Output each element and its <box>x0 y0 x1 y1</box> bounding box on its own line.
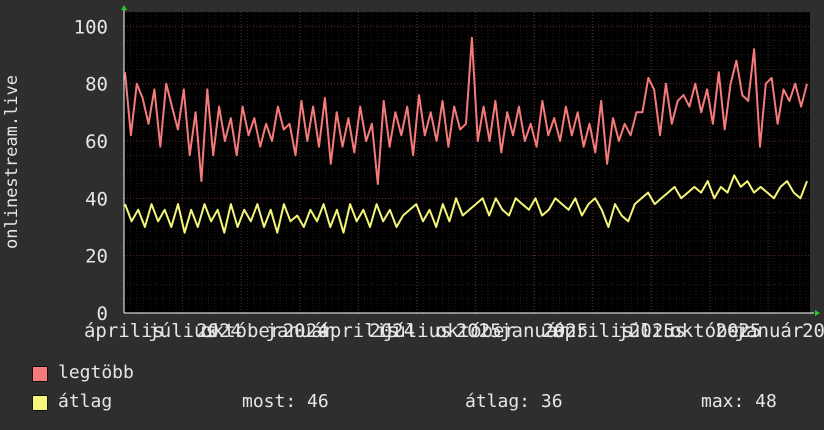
stat-maximum: max: 48 <box>701 391 777 412</box>
legend-item-avg: átlag most: 46 átlag: 36 max: 48 <box>32 391 792 413</box>
y-tick-label: 80 <box>85 74 108 96</box>
y-tick-label: 20 <box>85 246 108 268</box>
plot-area <box>124 12 810 313</box>
x-year-label: 2024 <box>283 320 329 342</box>
y-tick-label: 100 <box>74 16 108 38</box>
legend-label-max: legtöbb <box>58 362 134 383</box>
x-year-label: 2024 <box>369 320 415 342</box>
x-year-label: 2025 <box>456 320 502 342</box>
x-year-label: 2025 <box>542 320 588 342</box>
chart: 020406080100áprilisjúliusoktóberjanuáráp… <box>74 5 824 342</box>
x-year-label: 2026 <box>802 320 824 342</box>
y-axis-label: onlinestream.live <box>2 75 22 249</box>
x-axis-arrow <box>815 310 820 316</box>
legend-item-max: legtöbb <box>32 362 792 384</box>
legend-swatch-max <box>32 366 48 382</box>
legend-swatch-avg <box>32 395 48 411</box>
legend-label-avg: átlag <box>58 391 113 412</box>
y-axis-arrow <box>121 5 127 10</box>
y-tick-label: 40 <box>85 188 108 210</box>
x-year-label: 2025 <box>629 320 675 342</box>
y-tick-label: 60 <box>85 131 108 153</box>
x-year-label: 2025 <box>716 320 762 342</box>
x-year-label: 2024 <box>196 320 242 342</box>
stat-current: most: 46 <box>242 391 329 412</box>
stat-average: átlag: 36 <box>465 391 563 412</box>
